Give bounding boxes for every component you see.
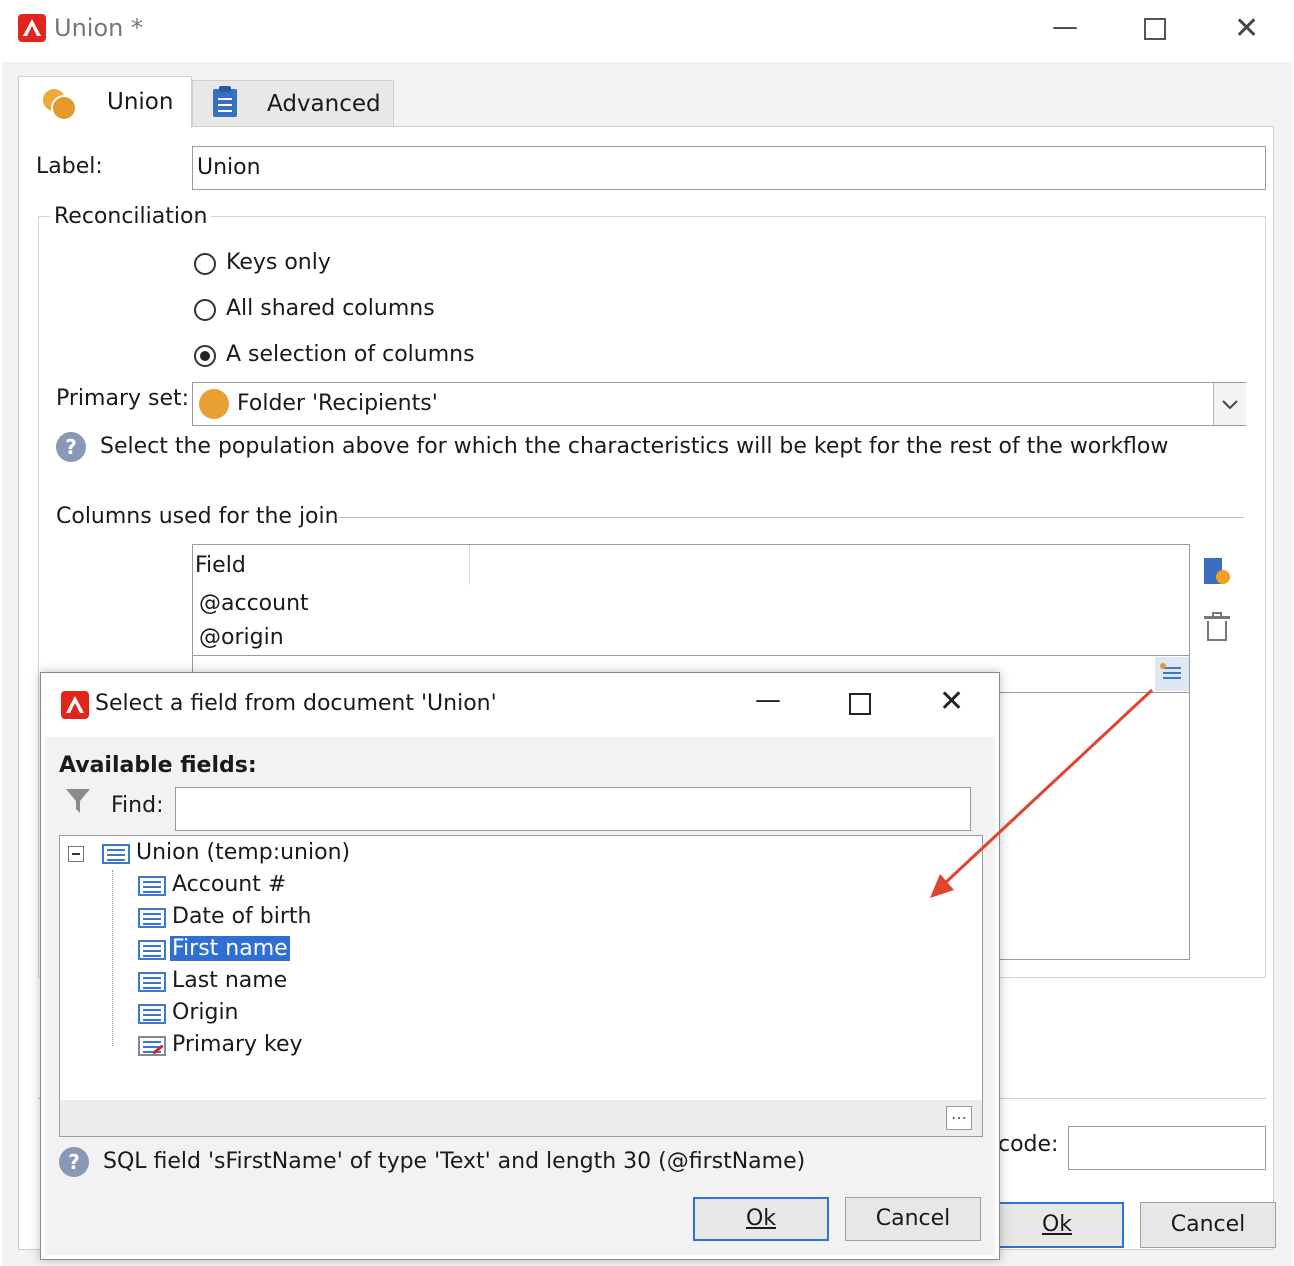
annotation-arrow bbox=[930, 688, 1154, 898]
